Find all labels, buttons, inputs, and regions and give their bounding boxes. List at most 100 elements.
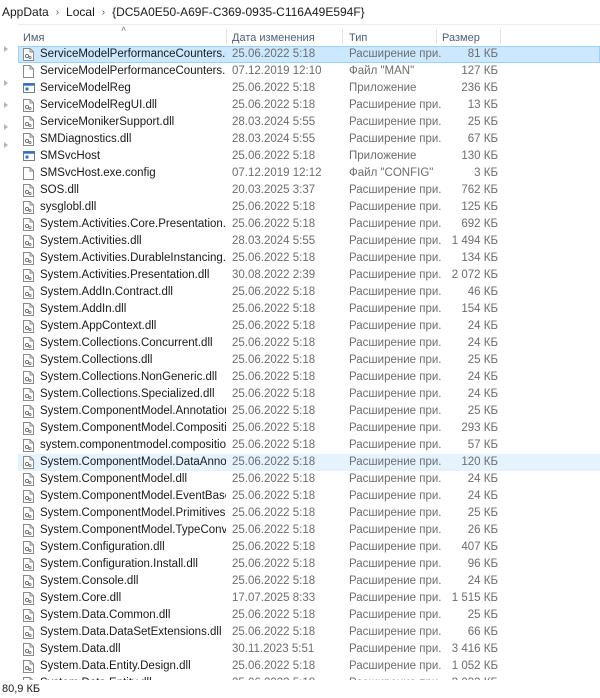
- file-row[interactable]: System.ComponentModel.EventBasedAs... 25.…: [18, 488, 600, 505]
- exe-app-icon: [23, 150, 35, 163]
- sort-ascending-icon: ˄: [121, 24, 127, 34]
- file-row[interactable]: System.Configuration.Install.dll 25.06.20…: [18, 556, 600, 573]
- file-row[interactable]: sysglobl.dll 25.06.2022 5:18 Расширение пр…: [18, 199, 600, 216]
- file-date-modified: 25.06.2022 5:18: [232, 303, 316, 315]
- breadcrumb-current-folder[interactable]: {DC5A0E50-A69F-C369-0935-C116A49E594F}: [107, 5, 370, 19]
- file-size: 25 КБ: [467, 405, 498, 417]
- file-date-modified: 25.06.2022 5:18: [232, 371, 316, 383]
- file-size: 127 КБ: [461, 65, 498, 77]
- file-row[interactable]: SMSvcHost.exe.config 07.12.2019 12:12 Файл…: [18, 165, 600, 182]
- file-row[interactable]: System.ComponentModel.Primitives.dll 25.0…: [18, 505, 600, 522]
- file-name: System.Configuration.dll: [40, 541, 165, 553]
- breadcrumb-local[interactable]: Local: [61, 5, 100, 19]
- file-row[interactable]: System.Collections.Specialized.dll 25.06.…: [18, 386, 600, 403]
- dll-file-icon: [23, 371, 34, 384]
- file-size: 134 КБ: [461, 252, 498, 264]
- file-row[interactable]: System.Collections.NonGeneric.dll 25.06.2…: [18, 369, 600, 386]
- file-name: SMSvcHost.exe.config: [40, 167, 156, 179]
- file-row[interactable]: System.ComponentModel.DataAnnotati... 25.…: [18, 454, 600, 471]
- file-name: System.ComponentModel.Composition....: [40, 422, 226, 434]
- chevron-right-icon[interactable]: ›: [100, 7, 107, 18]
- column-header-date[interactable]: Дата изменения: [232, 32, 315, 44]
- file-row[interactable]: System.AppContext.dll 25.06.2022 5:18 Расш…: [18, 318, 600, 335]
- file-row[interactable]: SMSvcHost 25.06.2022 5:18 Приложение 130 КБ: [18, 148, 600, 165]
- column-header-row: ˄ Имя Дата изменения Тип Размер: [18, 24, 600, 46]
- file-date-modified: 07.12.2019 12:12: [232, 167, 322, 179]
- dll-file-icon: [23, 592, 34, 605]
- file-row[interactable]: System.ComponentModel.TypeConverte... 25.…: [18, 522, 600, 539]
- file-size: 24 КБ: [467, 473, 498, 485]
- column-divider[interactable]: [500, 29, 501, 44]
- file-name: System.Console.dll: [40, 575, 139, 587]
- column-header-name[interactable]: Имя: [23, 32, 44, 44]
- file-size: 25 КБ: [467, 609, 498, 621]
- file-type: Расширение при...: [349, 541, 441, 553]
- file-row[interactable]: System.Data.dll 30.11.2023 5:51 Расширение…: [18, 641, 600, 658]
- dll-file-icon: [23, 269, 34, 282]
- file-date-modified: 25.06.2022 5:18: [232, 456, 316, 468]
- file-size: 692 КБ: [461, 218, 498, 230]
- expand-arrow-icon[interactable]: [4, 102, 8, 108]
- file-name: System.Activities.Presentation.dll: [40, 269, 210, 281]
- dll-file-icon: [23, 490, 34, 503]
- expand-arrow-icon[interactable]: [4, 124, 8, 130]
- file-row[interactable]: System.Collections.Concurrent.dll 25.06.2…: [18, 335, 600, 352]
- column-header-size[interactable]: Размер: [442, 32, 480, 44]
- file-date-modified: 25.06.2022 5:18: [232, 218, 316, 230]
- file-date-modified: 25.06.2022 5:18: [232, 99, 316, 111]
- column-divider[interactable]: [342, 29, 343, 44]
- file-name: System.Data.Entity.Design.dll: [40, 660, 191, 672]
- file-row[interactable]: System.Core.dll 17.07.2025 8:33 Расширение…: [18, 590, 600, 607]
- file-row[interactable]: System.AddIn.Contract.dll 25.06.2022 5:18…: [18, 284, 600, 301]
- expand-arrow-icon[interactable]: [4, 46, 8, 52]
- column-header-type[interactable]: Тип: [349, 32, 367, 44]
- file-row[interactable]: System.ComponentModel.Composition.... 25.…: [18, 420, 600, 437]
- column-divider[interactable]: [226, 29, 227, 44]
- column-divider[interactable]: [436, 29, 437, 44]
- file-row[interactable]: System.Activities.dll 28.03.2024 5:55 Расш…: [18, 233, 600, 250]
- file-type: Расширение при...: [349, 660, 441, 672]
- breadcrumb-appdata[interactable]: AppData: [0, 5, 54, 19]
- dll-file-icon: [23, 456, 34, 469]
- dll-file-icon: [23, 626, 34, 639]
- file-type: Файл "MAN": [349, 65, 415, 77]
- file-row[interactable]: System.ComponentModel.dll 25.06.2022 5:18…: [18, 471, 600, 488]
- expand-arrow-icon[interactable]: [4, 80, 8, 86]
- expand-arrow-icon[interactable]: [4, 142, 8, 148]
- dll-file-icon: [23, 660, 34, 673]
- file-row[interactable]: System.Activities.DurableInstancing.dll 2…: [18, 250, 600, 267]
- file-row[interactable]: ServiceModelPerformanceCounters.dll 25.06…: [18, 46, 600, 63]
- file-row[interactable]: ServiceModelRegUI.dll 25.06.2022 5:18 Расш…: [18, 97, 600, 114]
- dll-file-icon: [23, 133, 34, 146]
- file-row[interactable]: System.Console.dll 25.06.2022 5:18 Расшире…: [18, 573, 600, 590]
- dll-file-icon: [23, 558, 34, 571]
- file-row[interactable]: ServiceMonikerSupport.dll 28.03.2024 5:55…: [18, 114, 600, 131]
- file-row[interactable]: System.Data.Entity.Design.dll 25.06.2022 …: [18, 658, 600, 675]
- file-date-modified: 25.06.2022 5:18: [232, 388, 316, 400]
- file-type: Расширение при...: [349, 303, 441, 315]
- file-row[interactable]: System.ComponentModel.Annotations.dll 25.…: [18, 403, 600, 420]
- file-row[interactable]: System.Configuration.dll 25.06.2022 5:18 Р…: [18, 539, 600, 556]
- file-type: Расширение при...: [349, 643, 441, 655]
- file-row[interactable]: SMDiagnostics.dll 28.03.2024 5:55 Расширен…: [18, 131, 600, 148]
- chevron-right-icon[interactable]: ›: [54, 7, 61, 18]
- file-row[interactable]: ServiceModelReg 25.06.2022 5:18 Приложение…: [18, 80, 600, 97]
- file-row[interactable]: System.Data.DataSetExtensions.dll 25.06.2…: [18, 624, 600, 641]
- file-row[interactable]: System.Data.Common.dll 25.06.2022 5:18 Рас…: [18, 607, 600, 624]
- file-size: 154 КБ: [461, 303, 498, 315]
- file-type: Расширение при...: [349, 405, 441, 417]
- file-date-modified: 17.07.2025 8:33: [232, 592, 316, 604]
- file-size: 96 КБ: [467, 558, 498, 570]
- dll-file-icon: [23, 218, 34, 231]
- file-row[interactable]: System.Activities.Presentation.dll 30.08.…: [18, 267, 600, 284]
- file-row[interactable]: SOS.dll 20.03.2025 3:37 Расширение при... 7…: [18, 182, 600, 199]
- file-row[interactable]: system.componentmodel.composition.r... 25…: [18, 437, 600, 454]
- file-row[interactable]: System.AddIn.dll 25.06.2022 5:18 Расширени…: [18, 301, 600, 318]
- file-row[interactable]: System.Collections.dll 25.06.2022 5:18 Рас…: [18, 352, 600, 369]
- file-row[interactable]: ServiceModelPerformanceCounters.man 07.12…: [18, 63, 600, 80]
- file-date-modified: 25.06.2022 5:18: [232, 575, 316, 587]
- file-type: Приложение: [349, 150, 417, 162]
- file-row[interactable]: System.Activities.Core.Presentation.dll 2…: [18, 216, 600, 233]
- file-date-modified: 25.06.2022 5:18: [232, 48, 316, 60]
- file-type: Расширение при...: [349, 337, 441, 349]
